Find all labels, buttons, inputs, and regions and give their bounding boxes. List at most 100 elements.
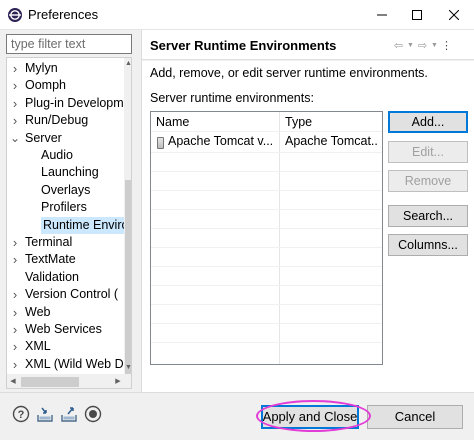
expand-arrow-icon[interactable]: › <box>10 95 20 112</box>
forward-menu-icon[interactable]: ▼ <box>431 42 438 49</box>
forward-icon[interactable]: ⇨ <box>416 39 429 52</box>
search-button[interactable]: Search... <box>388 205 468 227</box>
scroll-up-arrow-icon[interactable]: ▲ <box>124 58 131 70</box>
page-content: Add, remove, or edit server runtime envi… <box>142 61 474 392</box>
runtime-list-label: Server runtime environments: <box>150 91 314 105</box>
runtime-name-cell: Apache Tomcat v... <box>168 134 274 148</box>
title-bar: Preferences <box>0 0 474 30</box>
vertical-scroll-thumb[interactable] <box>125 180 131 380</box>
filter-input[interactable] <box>6 34 132 54</box>
tree-horizontal-scrollbar[interactable]: ◀ ▶ <box>7 374 131 388</box>
row-gridline <box>151 190 382 191</box>
tree-item-label: Overlays <box>41 182 91 197</box>
tree-item-label: Run/Debug <box>25 113 89 128</box>
expand-arrow-icon[interactable]: › <box>10 286 20 303</box>
tree-item-label: XML (Wild Web D <box>25 356 124 371</box>
tree-item[interactable]: Audio <box>7 147 124 164</box>
tree-item-label: Profilers <box>41 200 87 215</box>
import-icon[interactable] <box>36 405 54 423</box>
minimize-button[interactable] <box>365 0 399 30</box>
tree-item[interactable]: Launching <box>7 164 124 181</box>
tree-vertical-scrollbar[interactable]: ▲ ▼ <box>124 58 131 380</box>
dialog-button-bar: ? Apply and Close Cancel <box>0 392 474 440</box>
row-gridline <box>151 342 382 343</box>
window-title: Preferences <box>28 7 99 22</box>
edit-button[interactable]: Edit... <box>388 141 468 163</box>
cancel-button[interactable]: Cancel <box>367 405 463 429</box>
tree-item-label: Web Services <box>25 322 102 336</box>
view-menu-icon[interactable]: ⋮ <box>440 39 453 52</box>
page-description: Add, remove, or edit server runtime envi… <box>150 66 428 80</box>
tree-item[interactable]: › Run/Debug <box>7 112 124 129</box>
tree-item-label: Web <box>25 304 51 319</box>
record-icon[interactable] <box>84 405 102 423</box>
column-header-name[interactable]: Name <box>156 115 189 129</box>
expand-arrow-icon[interactable]: › <box>10 77 20 94</box>
row-gridline <box>151 228 382 229</box>
tree-item[interactable]: › Mylyn <box>7 60 124 77</box>
tree-item[interactable]: Validation <box>7 269 124 286</box>
help-icon[interactable]: ? <box>12 405 30 423</box>
row-gridline <box>151 323 382 324</box>
tree-item[interactable]: Profilers <box>7 199 124 216</box>
runtime-table[interactable]: Name Type Apache Tomcat v... Apache Tomc… <box>150 111 383 365</box>
tree-item[interactable]: › Plug-in Developm <box>7 95 124 112</box>
remove-button[interactable]: Remove <box>388 170 468 192</box>
maximize-button[interactable] <box>400 0 434 30</box>
expand-arrow-icon[interactable]: › <box>10 321 20 338</box>
tree-item[interactable]: › Terminal <box>7 234 124 251</box>
back-icon[interactable]: ⇦ <box>392 39 405 52</box>
tree-item-label: Oomph <box>25 78 66 93</box>
scroll-left-arrow-icon[interactable]: ◀ <box>7 374 19 388</box>
header-divider <box>151 131 382 132</box>
column-divider <box>279 112 280 364</box>
collapse-arrow-icon[interactable]: ⌄ <box>10 130 20 147</box>
tree-item[interactable]: › Web Services <box>7 321 124 338</box>
export-icon[interactable] <box>60 405 78 423</box>
row-gridline <box>151 304 382 305</box>
scroll-right-arrow-icon[interactable]: ▶ <box>112 374 124 388</box>
tree-item-label: Server <box>25 130 62 145</box>
server-icon <box>157 137 164 149</box>
page-navigation: ⇦ ▼ ⇨ ▼ ⋮ <box>392 37 453 53</box>
horizontal-scroll-thumb[interactable] <box>21 377 79 387</box>
tree-item[interactable]: › Oomph <box>7 77 124 94</box>
scroll-down-arrow-icon[interactable]: ▼ <box>124 362 131 374</box>
page-header: Server Runtime Environments ⇦ ▼ ⇨ ▼ ⋮ <box>142 30 474 60</box>
tree-item-label: Plug-in Developm <box>25 95 124 110</box>
tree-item[interactable]: ⌄ Server <box>7 130 124 147</box>
tree-item[interactable]: › Version Control ( <box>7 286 124 303</box>
expand-arrow-icon[interactable]: › <box>10 304 20 321</box>
runtime-type-cell: Apache Tomcat... <box>285 134 379 148</box>
row-gridline <box>151 209 382 210</box>
close-button[interactable] <box>437 0 471 30</box>
expand-arrow-icon[interactable]: › <box>10 251 20 268</box>
expand-arrow-icon[interactable]: › <box>10 112 20 129</box>
row-gridline <box>151 152 382 153</box>
expand-arrow-icon[interactable]: › <box>10 356 20 373</box>
column-header-type[interactable]: Type <box>285 115 312 129</box>
tree-item-label: TextMate <box>25 252 76 267</box>
expand-arrow-icon[interactable]: › <box>10 234 20 251</box>
minimize-icon <box>377 14 387 16</box>
tree-item-label: Validation <box>25 269 79 284</box>
expand-arrow-icon[interactable]: › <box>10 60 20 77</box>
tree-item-label: Mylyn <box>25 61 58 75</box>
back-menu-icon[interactable]: ▼ <box>407 42 414 49</box>
expand-arrow-icon[interactable]: › <box>10 338 20 355</box>
tree-item-label: XML <box>25 339 51 354</box>
row-gridline <box>151 171 382 172</box>
columns-button[interactable]: Columns... <box>388 234 468 256</box>
tree-item-label: Terminal <box>25 235 73 249</box>
apply-and-close-button[interactable]: Apply and Close <box>261 405 359 429</box>
row-gridline <box>151 285 382 286</box>
preferences-tree[interactable]: › Mylyn › Oomph › Plug-in Developm › Run/Debug ⌄… <box>6 57 132 389</box>
page-title: Server Runtime Environments <box>150 38 337 53</box>
add-button[interactable]: Add... <box>388 111 468 133</box>
tree-item[interactable]: › TextMate <box>7 251 124 268</box>
tree-item[interactable]: Overlays <box>7 182 124 199</box>
tree-item[interactable]: › XML (Wild Web D <box>7 356 124 373</box>
tree-item[interactable]: › XML <box>7 338 124 355</box>
tree-item[interactable]: › Web <box>7 304 124 321</box>
tree-item[interactable]: Runtime Enviro <box>41 216 128 234</box>
